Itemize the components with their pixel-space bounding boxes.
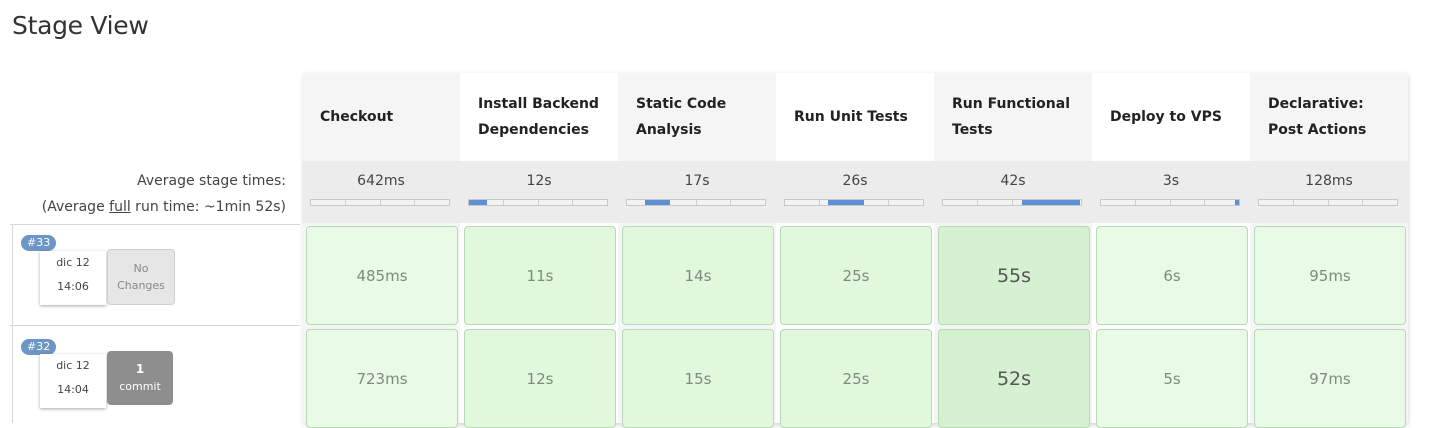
stage-cell[interactable]: 55s [938, 226, 1090, 325]
stage-average: 642ms [302, 161, 460, 223]
stage-average-time: 17s [684, 173, 710, 189]
stage-average: 42s [934, 161, 1092, 223]
changes-indicator[interactable]: 1 commit [107, 351, 173, 405]
stage-column: Declarative: Post Actions 128ms 95ms 97m… [1250, 73, 1408, 428]
stage-cell[interactable]: 12s [464, 329, 616, 428]
stage-average-time: 128ms [1305, 173, 1353, 189]
stage-average-bar [942, 199, 1082, 206]
changes-line2: Changes [117, 279, 165, 292]
stage-cell[interactable]: 52s [938, 329, 1090, 428]
stage-cell[interactable]: 5s [1096, 329, 1248, 428]
stage-cell[interactable]: 14s [622, 226, 774, 325]
stage-header[interactable]: Declarative: Post Actions [1250, 73, 1408, 161]
row-divider [10, 224, 300, 225]
stage-average: 12s [460, 161, 618, 223]
stage-average-time: 642ms [357, 173, 405, 189]
stage-average: 17s [618, 161, 776, 223]
build-number-badge[interactable]: #32 [21, 339, 57, 355]
stage-average-bar [784, 199, 924, 206]
stage-column: Checkout 642ms 485ms 723ms [302, 73, 460, 428]
stage-average-bar-fill [828, 200, 864, 205]
build-time: 14:06 [57, 280, 89, 293]
changes-indicator[interactable]: No Changes [107, 249, 175, 305]
full-run-link[interactable]: full [109, 199, 131, 215]
stage-cell[interactable]: 25s [780, 226, 932, 325]
row-divider [10, 325, 300, 326]
stage-cell[interactable]: 97ms [1254, 329, 1406, 428]
stage-average-bar-fill [469, 200, 487, 205]
build-date-card[interactable]: dic 12 14:04 [40, 354, 106, 408]
stage-cell[interactable]: 25s [780, 329, 932, 428]
stage-column: Run Unit Tests 26s 25s 25s [776, 73, 934, 428]
build-time: 14:04 [57, 383, 89, 396]
stage-average-time: 12s [526, 173, 552, 189]
stage-average-bar [1258, 199, 1398, 206]
stage-cell[interactable]: 485ms [306, 226, 458, 325]
stage-cell[interactable]: 11s [464, 226, 616, 325]
left-border [12, 224, 13, 423]
stage-average-bar [626, 199, 766, 206]
stage-average-time: 26s [842, 173, 868, 189]
stage-average-bar-fill [1022, 200, 1080, 205]
stage-average: 128ms [1250, 161, 1408, 223]
build-date: dic 12 [56, 359, 90, 372]
build-date-card[interactable]: dic 12 14:06 [40, 251, 106, 305]
stage-header[interactable]: Deploy to VPS [1092, 73, 1250, 161]
stage-average-bar [468, 199, 608, 206]
stage-average-bar [1100, 199, 1240, 206]
stage-cell[interactable]: 15s [622, 329, 774, 428]
stage-average-bar-fill [645, 200, 670, 205]
build-date: dic 12 [56, 256, 90, 269]
stage-average-time: 3s [1162, 173, 1180, 189]
stage-header[interactable]: Install Backend Dependencies [460, 73, 618, 161]
stage-column: Deploy to VPS 3s 6s 5s [1092, 73, 1250, 428]
page-title: Stage View [12, 11, 149, 40]
stage-view-table: Checkout 642ms 485ms 723ms Install Backe… [302, 73, 1408, 428]
stage-cell[interactable]: 723ms [306, 329, 458, 428]
build-number-badge[interactable]: #33 [21, 235, 57, 251]
changes-line2: commit [119, 380, 161, 393]
stage-average-bar-fill [1235, 200, 1239, 205]
stage-cell[interactable]: 6s [1096, 226, 1248, 325]
changes-line1: No [133, 262, 149, 275]
stage-header[interactable]: Run Functional Tests [934, 73, 1092, 161]
stage-column: Install Backend Dependencies 12s 11s 12s [460, 73, 618, 428]
stage-average: 26s [776, 161, 934, 223]
stage-header[interactable]: Checkout [302, 73, 460, 161]
average-full-run-time-label: (Average full run time: ~1min 52s) [41, 199, 286, 215]
stage-cell[interactable]: 95ms [1254, 226, 1406, 325]
stage-average-time: 42s [1000, 173, 1026, 189]
changes-line1: 1 [135, 362, 145, 376]
stage-header[interactable]: Run Unit Tests [776, 73, 934, 161]
stage-header[interactable]: Static Code Analysis [618, 73, 776, 161]
stage-average: 3s [1092, 161, 1250, 223]
average-stage-times-label: Average stage times: [137, 173, 286, 189]
stage-column: Static Code Analysis 17s 14s 15s [618, 73, 776, 428]
stage-average-bar [310, 199, 450, 206]
stage-column: Run Functional Tests 42s 55s 52s [934, 73, 1092, 428]
